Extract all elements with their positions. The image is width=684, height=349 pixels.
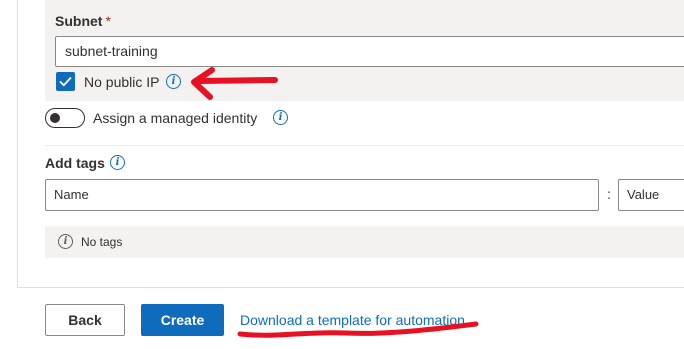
- no-tags-panel: [45, 226, 684, 258]
- section-divider: [45, 145, 684, 146]
- required-marker: *: [105, 13, 111, 29]
- subnet-label-text: Subnet: [55, 13, 103, 29]
- no-public-ip-checkbox[interactable]: [56, 72, 75, 91]
- tag-separator: :: [607, 186, 611, 202]
- checkmark-icon: [59, 76, 72, 87]
- left-divider: [17, 0, 18, 287]
- underline-annotation: [237, 321, 479, 338]
- subnet-label: Subnet *: [55, 13, 111, 29]
- no-tags-message: No tags: [81, 235, 123, 249]
- add-tags-heading: Add tags: [45, 155, 105, 171]
- info-icon[interactable]: i: [273, 110, 288, 125]
- create-button[interactable]: Create: [141, 304, 224, 336]
- managed-identity-label: Assign a managed identity: [93, 110, 258, 126]
- info-icon: i: [58, 234, 73, 249]
- toggle-knob: [50, 113, 60, 123]
- tag-name-input[interactable]: Name: [45, 179, 599, 211]
- arrow-annotation: [191, 67, 278, 100]
- info-icon[interactable]: i: [166, 74, 181, 89]
- managed-identity-toggle[interactable]: [45, 108, 85, 128]
- back-button[interactable]: Back: [45, 304, 125, 336]
- create-resource-form: Subnet * subnet-training No public IP i A…: [0, 0, 684, 349]
- tag-value-input[interactable]: Value: [618, 179, 684, 211]
- no-public-ip-label: No public IP: [84, 74, 160, 90]
- footer-divider: [17, 287, 684, 288]
- info-icon[interactable]: i: [110, 155, 125, 170]
- subnet-input[interactable]: subnet-training: [55, 36, 684, 67]
